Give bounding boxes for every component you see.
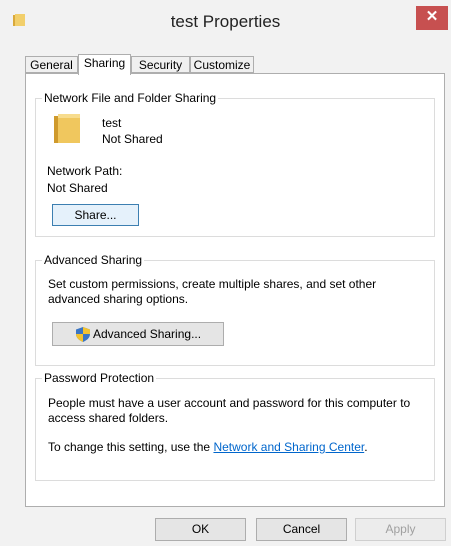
tab-security[interactable]: Security bbox=[131, 56, 190, 73]
tab-sharing[interactable]: Sharing bbox=[78, 54, 131, 75]
advanced-sharing-group: Advanced Sharing Set custom permissions,… bbox=[35, 253, 435, 366]
change-setting-prefix: To change this setting, use the bbox=[48, 440, 214, 454]
advanced-sharing-button[interactable]: Advanced Sharing... bbox=[52, 322, 224, 346]
title-bar: test Properties ✕ bbox=[0, 0, 451, 44]
apply-button[interactable]: Apply bbox=[355, 518, 446, 541]
tab-customize[interactable]: Customize bbox=[190, 56, 254, 73]
network-path-value: Not Shared bbox=[47, 181, 108, 195]
group-title: Advanced Sharing bbox=[42, 253, 145, 267]
cancel-button[interactable]: Cancel bbox=[256, 518, 347, 541]
window-title: test Properties bbox=[170, 12, 281, 31]
tab-general[interactable]: General bbox=[25, 56, 78, 73]
advanced-description-line1: Set custom permissions, create multiple … bbox=[48, 277, 377, 291]
share-button[interactable]: Share... bbox=[52, 204, 139, 226]
change-setting-text: To change this setting, use the Network … bbox=[48, 440, 368, 454]
share-status: Not Shared bbox=[102, 132, 163, 146]
close-button[interactable]: ✕ bbox=[416, 6, 448, 30]
close-icon: ✕ bbox=[425, 8, 439, 25]
password-protection-group: Password Protection People must have a u… bbox=[35, 371, 435, 481]
sharing-panel: Network File and Folder Sharing test Not… bbox=[25, 73, 445, 507]
group-title: Password Protection bbox=[42, 371, 157, 385]
ok-button[interactable]: OK bbox=[155, 518, 246, 541]
advanced-description-line2: advanced sharing options. bbox=[48, 292, 189, 306]
password-line2: access shared folders. bbox=[48, 411, 169, 425]
network-sharing-center-link[interactable]: Network and Sharing Center bbox=[213, 440, 364, 454]
group-title: Network File and Folder Sharing bbox=[42, 91, 219, 105]
network-path-label: Network Path: bbox=[47, 164, 123, 178]
password-line1: People must have a user account and pass… bbox=[48, 396, 411, 410]
advanced-sharing-button-label: Advanced Sharing... bbox=[93, 327, 202, 341]
folder-name: test bbox=[102, 116, 122, 130]
change-setting-suffix: . bbox=[364, 440, 368, 454]
folder-icon bbox=[54, 114, 80, 143]
network-sharing-group: Network File and Folder Sharing test Not… bbox=[35, 91, 435, 237]
uac-shield-icon bbox=[76, 327, 90, 342]
